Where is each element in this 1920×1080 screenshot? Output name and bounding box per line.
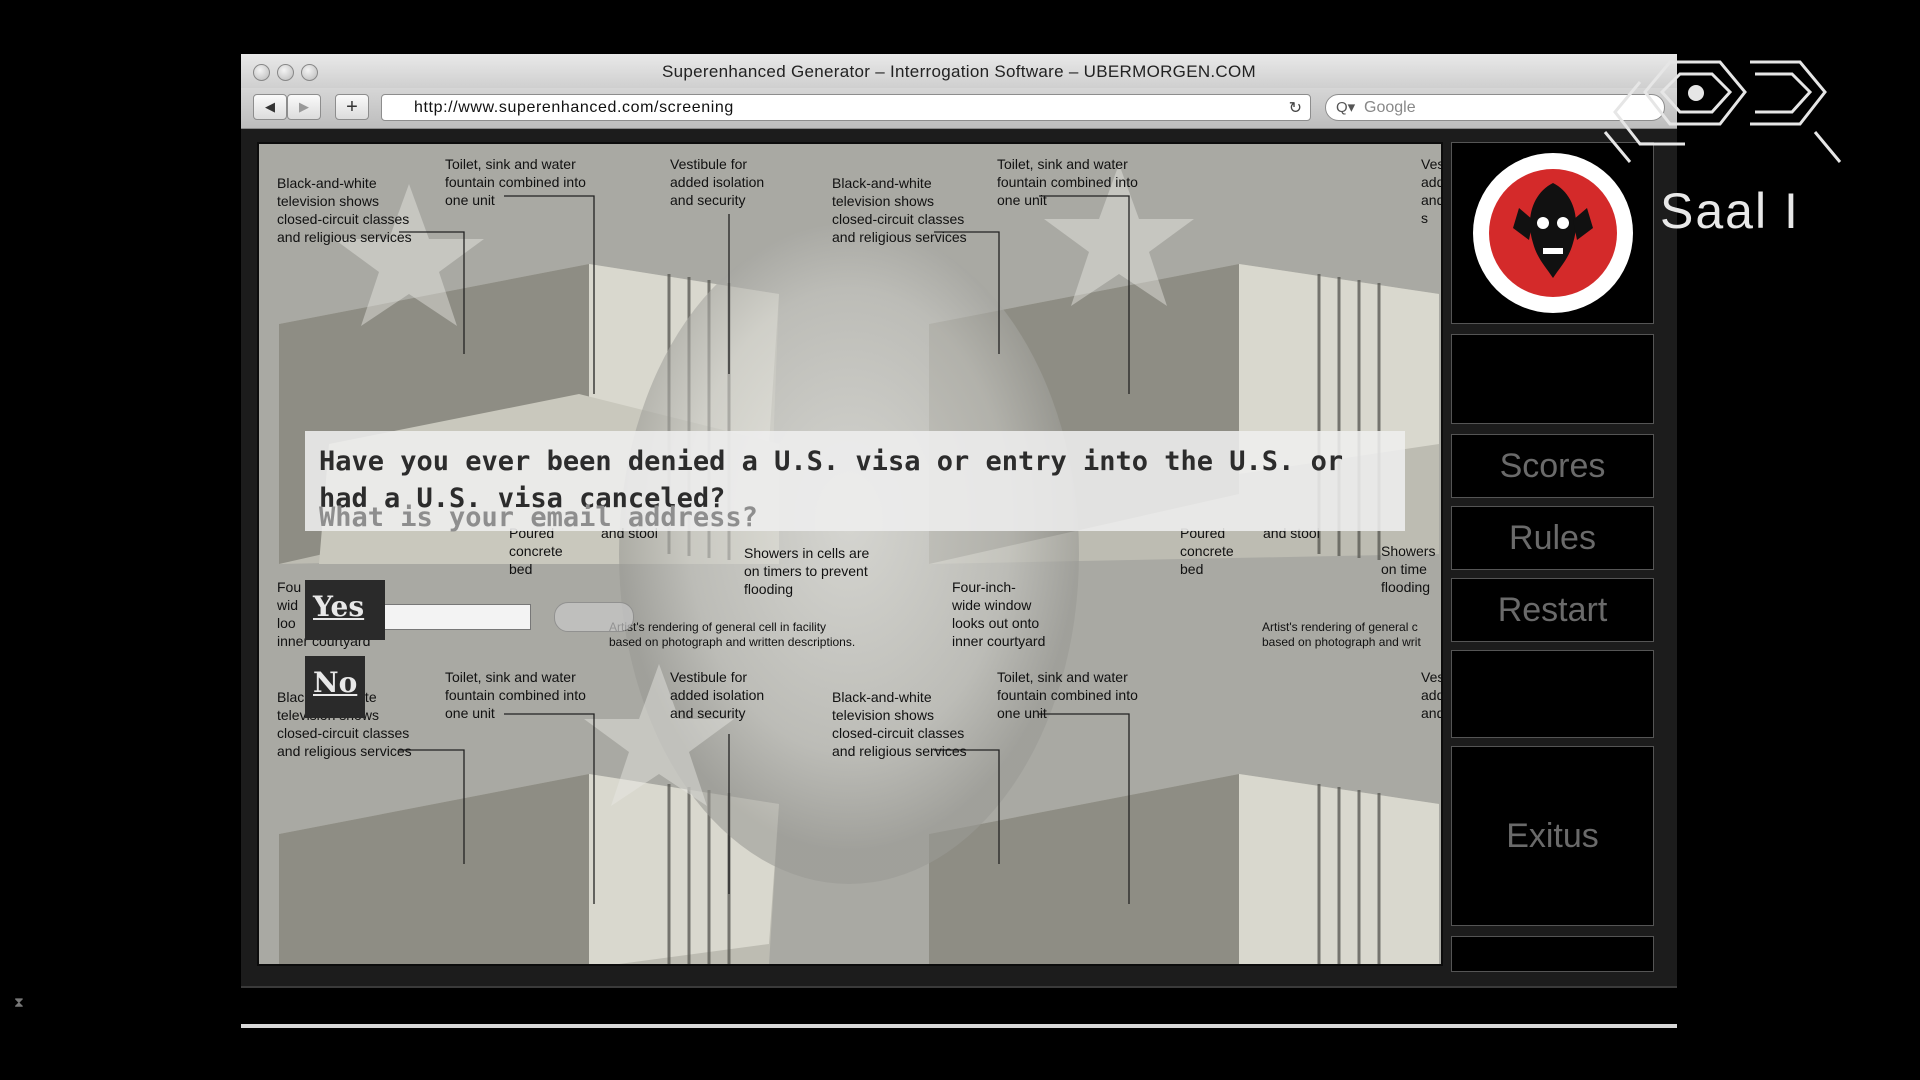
scores-label: Scores — [1499, 446, 1606, 485]
ccc-logo-icon — [1603, 60, 1842, 163]
annotation: Vesti adde and — [1421, 669, 1443, 721]
exitus-button[interactable]: Exitus — [1451, 746, 1654, 926]
email-submit-button[interactable] — [554, 602, 634, 632]
email-prompt-ghost: What is your email address? — [319, 502, 758, 533]
annotation: Toilet, sink and water fountain combined… — [445, 669, 586, 721]
annotation: Vestibule for added isolation and securi… — [670, 156, 765, 208]
no-button[interactable]: No — [305, 656, 365, 718]
blank-panel-3 — [1451, 936, 1654, 972]
annotation: Four-inch- wide window looks out onto in… — [952, 579, 1046, 649]
blank-panel — [1451, 334, 1654, 424]
back-button[interactable]: ◀ — [253, 94, 287, 120]
no-label: No — [313, 666, 358, 699]
annotation: Showers in cells are on timers to preven… — [744, 545, 870, 597]
annotation: Vesti adde and s — [1421, 156, 1443, 226]
yes-label: Yes — [313, 590, 365, 623]
url-text[interactable]: http://www.superenhanced.com/screening — [414, 99, 734, 117]
annotation: Toilet, sink and water fountain combined… — [997, 156, 1138, 208]
address-bar[interactable]: http://www.superenhanced.com/screening ↻ — [381, 94, 1311, 121]
title-bar: Superenhanced Generator – Interrogation … — [241, 54, 1677, 89]
restart-button[interactable]: Restart — [1451, 578, 1654, 642]
restart-label: Restart — [1497, 590, 1608, 629]
annotation: Vestibule for added isolation and securi… — [670, 669, 765, 721]
annotation: Poured concrete bed — [1180, 525, 1234, 577]
venue-label: Saal I — [1660, 183, 1800, 239]
annotation: Artist's rendering of general c based on… — [1262, 620, 1421, 649]
window-title: Superenhanced Generator – Interrogation … — [662, 62, 1256, 81]
scores-button[interactable]: Scores — [1451, 434, 1654, 498]
annotation: Showers on time flooding — [1381, 543, 1436, 595]
game-sidebar: Scores Rules Restart Exitus — [1451, 142, 1661, 982]
hourglass-icon: ⧗ — [14, 994, 24, 1010]
new-tab-button[interactable]: + — [335, 94, 369, 120]
reload-icon[interactable]: ↻ — [1289, 98, 1302, 118]
annotation: Toilet, sink and water fountain combined… — [445, 156, 586, 208]
annotation: Artist's rendering of general cell in fa… — [609, 620, 856, 649]
annotation: Black-and-white television shows closed-… — [832, 689, 967, 759]
back-arrow-icon: ◀ — [265, 99, 275, 114]
search-placeholder: Google — [1364, 99, 1416, 116]
annotation: Toilet, sink and water fountain combined… — [997, 669, 1138, 721]
annotation: Black-and-white television shows closed-… — [277, 175, 412, 245]
rules-label: Rules — [1509, 518, 1596, 557]
annotation: Black-and-white television shows closed-… — [832, 175, 967, 245]
exitus-label: Exitus — [1506, 816, 1599, 855]
status-bar — [241, 986, 1677, 1028]
rules-button[interactable]: Rules — [1451, 506, 1654, 570]
plus-icon: + — [346, 95, 358, 118]
game-content: Black-and-white television shows closed-… — [257, 142, 1443, 966]
browser-toolbar: ◀ ▶ + http://www.superenhanced.com/scree… — [241, 88, 1677, 129]
browser-window: Superenhanced Generator – Interrogation … — [241, 54, 1677, 1028]
forward-arrow-icon: ▶ — [299, 99, 309, 114]
forward-button[interactable]: ▶ — [287, 94, 321, 120]
search-icon[interactable]: Q▾ — [1336, 98, 1355, 116]
blank-panel-2 — [1451, 650, 1654, 738]
window-bottom-edge — [241, 1024, 1677, 1028]
yes-button[interactable]: Yes — [305, 580, 385, 640]
